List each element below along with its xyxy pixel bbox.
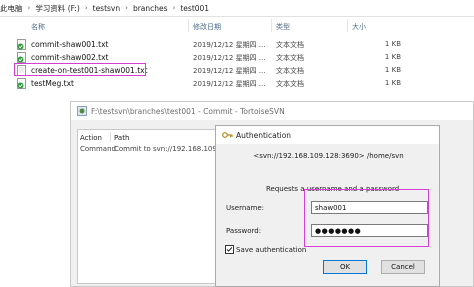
file-date: 2019/12/12 星期四 ... (193, 54, 266, 62)
file-row[interactable]: testMeg.txt 2019/12/12 星期四 ... 文本文档 1 KB (0, 77, 474, 90)
breadcrumb-testsvn[interactable]: testsvn (93, 4, 121, 13)
column-header-size[interactable]: 大小 (352, 22, 366, 32)
realm-text: <svn://192.168.109.128:3690> /home/svn (253, 152, 404, 160)
file-type: 文本文档 (276, 67, 304, 75)
row-path: Commit to svn://192.168.109.1 (114, 145, 224, 153)
save-authentication-label: Save authentication (236, 246, 307, 254)
column-divider[interactable] (188, 19, 189, 32)
breadcrumb-test001[interactable]: test001 (180, 4, 209, 13)
chevron-right-icon: › (84, 4, 88, 12)
file-row[interactable]: commit-shaw001.txt 2019/12/12 星期四 ... 文本… (0, 38, 474, 51)
file-size: 1 KB (384, 40, 401, 48)
file-name: commit-shaw002.txt (31, 53, 109, 62)
svn-normal-file-icon (17, 39, 26, 50)
save-authentication-checkbox[interactable] (225, 245, 234, 254)
commit-action-list[interactable]: Action Path Command Commit to svn://192.… (77, 129, 225, 284)
file-date: 2019/12/12 星期四 ... (193, 67, 266, 75)
breadcrumb-drive-f[interactable]: 学习资料 (F:) (35, 3, 80, 14)
key-icon (222, 132, 233, 138)
breadcrumb-branches[interactable]: branches (133, 4, 168, 13)
svn-normal-file-icon (17, 78, 26, 89)
file-size: 1 KB (384, 66, 401, 74)
column-header-date[interactable]: 修改日期 (193, 22, 221, 32)
column-header-action[interactable]: Action (80, 134, 102, 142)
username-label: Username: (226, 204, 265, 212)
chevron-right-icon: › (125, 4, 128, 12)
ok-button[interactable]: OK (323, 260, 367, 274)
commit-window-title: F:\testsvn\branches\test001 - Commit - T… (91, 107, 285, 116)
check-icon (226, 247, 233, 252)
credentials-highlight-box (304, 189, 429, 247)
file-type: 文本文档 (276, 41, 304, 49)
svn-normal-file-icon (17, 52, 26, 63)
commit-window-titlebar[interactable]: F:\testsvn\branches\test001 - Commit - T… (71, 102, 473, 120)
breadcrumb: 此电脑 › 学习资料 (F:) › testsvn › branches › t… (0, 0, 474, 17)
auth-dialog-titlebar[interactable]: Authentication (216, 126, 439, 144)
new-file-highlight-box (14, 63, 146, 76)
auth-dialog-title: Authentication (236, 131, 292, 140)
column-header-name[interactable]: 名称 (31, 22, 45, 32)
file-type: 文本文档 (276, 54, 304, 62)
column-divider[interactable] (271, 19, 272, 32)
column-header-type[interactable]: 类型 (276, 22, 290, 32)
file-size: 1 KB (384, 79, 401, 87)
file-name: commit-shaw001.txt (31, 40, 109, 49)
column-header-path[interactable]: Path (114, 134, 129, 142)
file-name: testMeg.txt (31, 79, 74, 88)
breadcrumb-this-pc[interactable]: 此电脑 (0, 3, 23, 14)
file-date: 2019/12/12 星期四 ... (193, 80, 266, 88)
column-divider[interactable] (347, 19, 348, 32)
chevron-right-icon: › (172, 4, 176, 12)
tortoisesvn-icon (77, 106, 87, 116)
cancel-button[interactable]: Cancel (381, 260, 425, 274)
password-label: Password: (226, 227, 262, 235)
file-date: 2019/12/12 星期四 ... (193, 41, 266, 49)
column-divider[interactable] (110, 132, 111, 142)
row-action: Command (80, 145, 116, 153)
chevron-right-icon: › (27, 4, 31, 12)
file-size: 1 KB (384, 53, 401, 61)
file-type: 文本文档 (276, 80, 304, 88)
